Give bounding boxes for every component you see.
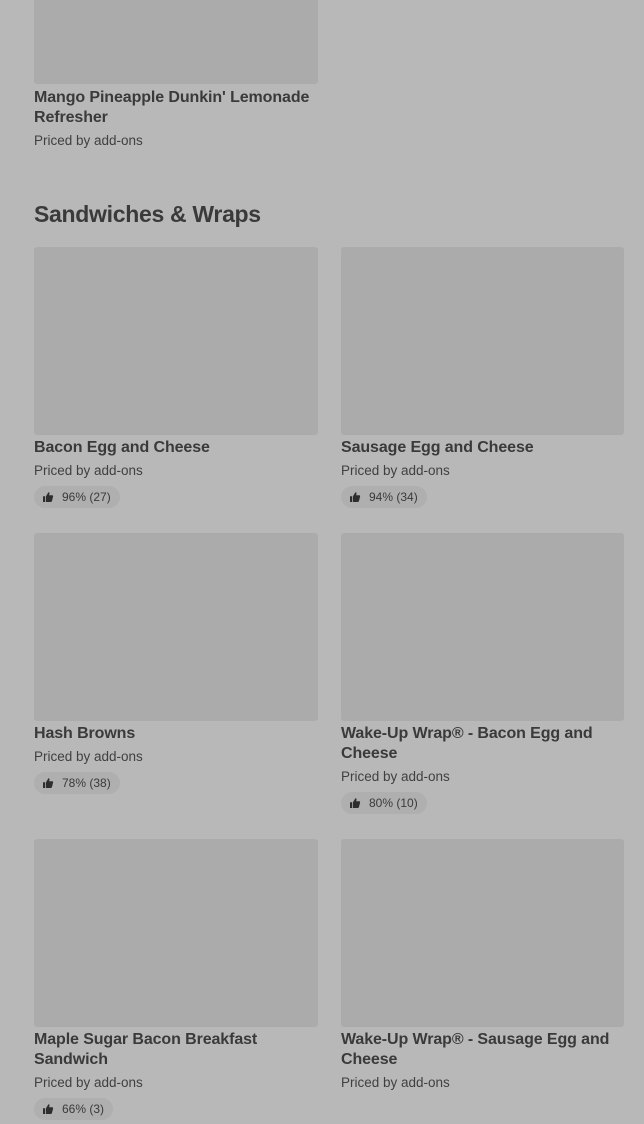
rating-badge: 66% (3) [34,1098,114,1120]
item-price-note: Priced by add-ons [34,1075,143,1090]
thumbs-up-icon [43,778,54,788]
item-image[interactable] [341,533,624,721]
item-price-note: Priced by add-ons [341,1075,450,1090]
item-price-note: Priced by add-ons [34,133,143,148]
menu-item-card[interactable]: Wake-Up Wrap® - Bacon Egg and Cheese Pri… [341,533,625,823]
rating-value: 94% (34) [369,490,418,504]
item-image[interactable] [341,247,624,435]
menu-item-card[interactable]: Bacon Egg and Cheese Priced by add-ons 9… [34,247,318,517]
thumbs-up-icon [350,492,361,502]
rating-value: 78% (38) [62,776,111,790]
rating-value: 96% (27) [62,490,111,504]
menu-page: Mango Pineapple Dunkin' Lemonade Refresh… [0,0,644,1124]
menu-item-card[interactable]: Mango Pineapple Dunkin' Lemonade Refresh… [34,0,318,150]
rating-value: 80% (10) [369,796,418,810]
item-title: Wake-Up Wrap® - Sausage Egg and Cheese [341,1031,610,1068]
item-image[interactable] [34,533,318,721]
item-price-note: Priced by add-ons [341,769,450,784]
thumbs-up-icon [43,1104,54,1114]
item-image[interactable] [34,839,318,1027]
thumbs-up-icon [43,492,54,502]
rating-badge: 94% (34) [341,486,427,508]
section-title: Sandwiches & Wraps [34,201,261,227]
menu-item-card[interactable]: Sausage Egg and Cheese Priced by add-ons… [341,247,625,517]
item-title: Bacon Egg and Cheese [34,439,210,456]
rating-badge: 80% (10) [341,792,427,814]
item-image[interactable] [34,0,318,84]
item-title: Hash Browns [34,725,136,742]
menu-item-card[interactable]: Hash Browns Priced by add-ons 78% (38) [34,533,318,803]
item-title: Maple Sugar Bacon Breakfast Sandwich [34,1031,258,1068]
item-title: Wake-Up Wrap® - Bacon Egg and Cheese [341,725,593,762]
item-image[interactable] [34,247,318,435]
rating-badge: 78% (38) [34,772,120,794]
item-title: Mango Pineapple Dunkin' Lemonade Refresh… [34,89,310,126]
thumbs-up-icon [350,798,361,808]
rating-badge: 96% (27) [34,486,120,508]
menu-item-card[interactable]: Wake-Up Wrap® - Sausage Egg and Cheese P… [341,839,625,1099]
item-price-note: Priced by add-ons [341,463,450,478]
item-price-note: Priced by add-ons [34,463,143,478]
item-image[interactable] [341,839,624,1027]
item-title: Sausage Egg and Cheese [341,439,534,456]
item-price-note: Priced by add-ons [34,749,143,764]
rating-value: 66% (3) [62,1102,105,1116]
menu-item-card[interactable]: Maple Sugar Bacon Breakfast Sandwich Pri… [34,839,318,1124]
